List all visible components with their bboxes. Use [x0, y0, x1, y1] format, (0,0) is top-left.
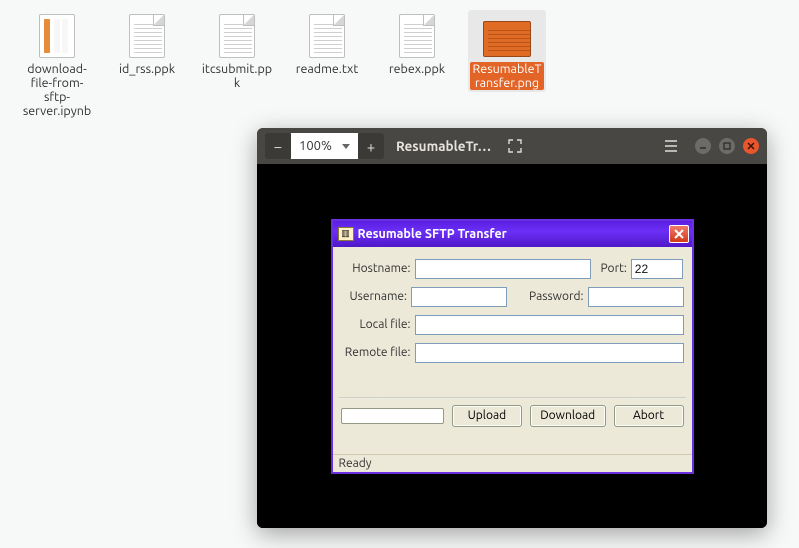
dialog-button-bar: Upload Download Abort [333, 399, 692, 427]
text-file-icon [123, 12, 171, 60]
port-input[interactable] [631, 259, 683, 279]
hamburger-menu-button[interactable] [659, 134, 683, 158]
file-item-id-rss[interactable]: id_rss.ppk [108, 10, 186, 78]
viewer-title: ResumableTr… [396, 138, 491, 154]
zoom-out-button[interactable]: − [265, 133, 291, 159]
file-item-ipynb[interactable]: download-file-from-sftp-server.ipynb [18, 10, 96, 120]
app-icon: ▥ [338, 227, 354, 241]
hostname-input[interactable] [415, 259, 591, 279]
upload-button[interactable]: Upload [452, 405, 522, 427]
status-bar: Ready [333, 454, 692, 472]
minimize-button[interactable] [695, 138, 711, 154]
dialog-body: Hostname: Port: Username: Password: Loca… [333, 247, 692, 454]
hostname-label: Hostname: [341, 262, 411, 275]
localfile-input[interactable] [415, 315, 684, 335]
zoom-group: − 100% + [265, 133, 384, 159]
notebook-icon [33, 12, 81, 60]
localfile-label: Local file: [341, 318, 411, 331]
image-thumb-icon [483, 12, 531, 60]
file-item-rebex[interactable]: rebex.ppk [378, 10, 456, 78]
desktop: download-file-from-sftp-server.ipynb id_… [0, 0, 799, 120]
zoom-in-button[interactable]: + [358, 133, 384, 159]
text-file-icon [303, 12, 351, 60]
progress-bar [341, 408, 444, 424]
close-icon [747, 142, 755, 150]
file-label: id_rss.ppk [119, 62, 175, 76]
password-label: Password: [529, 290, 583, 303]
dialog-title: Resumable SFTP Transfer [358, 227, 665, 241]
file-item-itcsubmit[interactable]: itcsubmit.ppk [198, 10, 276, 92]
close-button[interactable] [743, 138, 759, 154]
window-controls [695, 138, 759, 154]
port-label: Port: [601, 262, 627, 275]
dialog-titlebar[interactable]: ▥ Resumable SFTP Transfer [333, 221, 692, 247]
abort-button[interactable]: Abort [614, 405, 684, 427]
minimize-icon [699, 142, 707, 150]
file-label: rebex.ppk [389, 62, 445, 76]
file-label: download-file-from-sftp-server.ipynb [20, 62, 94, 118]
username-label: Username: [341, 290, 408, 303]
maximize-icon [723, 142, 731, 150]
dialog-close-button[interactable] [669, 225, 689, 243]
file-item-readme[interactable]: readme.txt [288, 10, 366, 78]
chevron-down-icon [342, 144, 350, 149]
password-input[interactable] [588, 287, 684, 307]
username-input[interactable] [411, 287, 507, 307]
zoom-value: 100% [299, 139, 332, 153]
file-item-resumable-png[interactable]: ResumableTransfer.png [468, 10, 546, 92]
text-file-icon [213, 12, 261, 60]
zoom-level-dropdown[interactable]: 100% [291, 133, 358, 159]
remotefile-label: Remote file: [341, 346, 411, 359]
status-text: Ready [339, 457, 372, 470]
viewer-toolbar: − 100% + ResumableTr… [257, 128, 767, 164]
image-viewer-window: − 100% + ResumableTr… ▥ Resumable SFTP T… [257, 128, 767, 528]
file-label: ResumableTransfer.png [470, 62, 544, 90]
hamburger-icon [664, 140, 678, 152]
close-icon [674, 229, 684, 239]
viewer-canvas[interactable]: ▥ Resumable SFTP Transfer Hostname: Port… [257, 164, 767, 528]
maximize-button[interactable] [719, 138, 735, 154]
file-label: readme.txt [296, 62, 358, 76]
expand-icon [508, 139, 522, 153]
remotefile-input[interactable] [415, 343, 684, 363]
file-label: itcsubmit.ppk [200, 62, 274, 90]
sftp-dialog: ▥ Resumable SFTP Transfer Hostname: Port… [331, 219, 694, 474]
download-button[interactable]: Download [530, 405, 606, 427]
fullscreen-button[interactable] [503, 134, 527, 158]
text-file-icon [393, 12, 441, 60]
